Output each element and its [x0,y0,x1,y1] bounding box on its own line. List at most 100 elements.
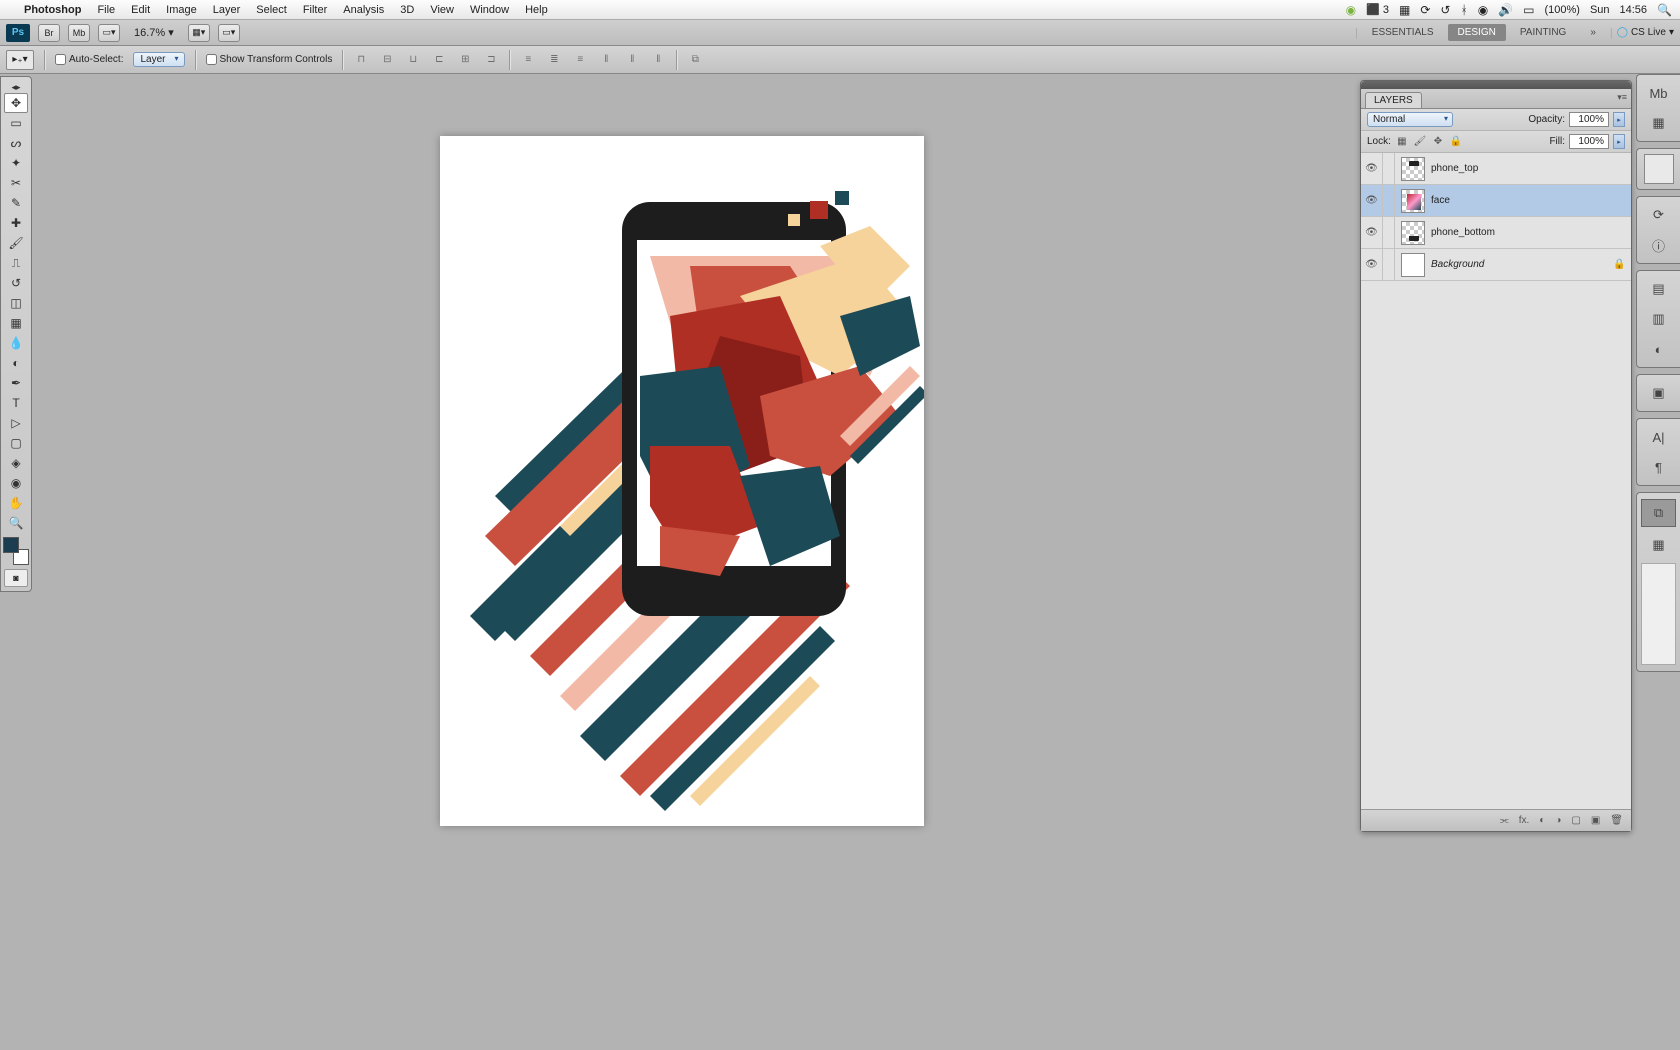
visibility-toggle-icon[interactable]: 👁 [1361,153,1383,184]
clone-stamp-tool[interactable]: ⎍ [4,253,28,273]
screen-mode-dropdown[interactable]: ▭▾ [218,24,240,42]
layer-thumb[interactable] [1401,253,1425,277]
workspace-essentials[interactable]: ESSENTIALS [1362,24,1444,41]
adjustments-panel-icon[interactable]: ◐ [1637,335,1680,363]
3d-camera-tool[interactable]: ◉ [4,473,28,493]
volume-icon[interactable]: 🔊 [1498,3,1513,17]
opacity-field[interactable]: 100% [1569,112,1609,127]
visibility-toggle-icon[interactable]: 👁 [1361,185,1383,216]
foreground-color-swatch[interactable] [3,537,19,553]
clock-day[interactable]: Sun [1590,4,1610,16]
minibridge-button[interactable]: Mb [68,24,90,42]
menu-filter[interactable]: Filter [303,4,327,16]
adobe-notif-icon[interactable]: ⬛ 3 [1366,3,1389,16]
menu-select[interactable]: Select [256,4,287,16]
timemachine-icon[interactable]: ↺ [1440,3,1450,17]
layer-thumb[interactable] [1401,189,1425,213]
spotlight-icon[interactable]: 🔍 [1657,3,1672,17]
current-tool-icon[interactable]: ▸₊▾ [6,50,34,70]
arrange-docs-dropdown[interactable]: ▦▾ [188,24,210,42]
brush-preset-panel-icon[interactable] [1636,148,1680,190]
zoom-tool[interactable]: 🔍 [4,513,28,533]
show-transform-checkbox[interactable]: Show Transform Controls [206,54,333,65]
layers-tab[interactable]: LAYERS [1365,92,1422,108]
layer-name[interactable]: Background [1431,259,1613,270]
opacity-slider-icon[interactable]: ▸ [1613,112,1625,127]
zoom-level[interactable]: 16.7% ▾ [128,26,180,39]
eraser-tool[interactable]: ◫ [4,293,28,313]
minibridge-panel-icon[interactable]: Mb [1637,79,1680,107]
layer-row[interactable]: 👁 phone_top [1361,153,1631,185]
layer-thumb[interactable] [1401,157,1425,181]
align-left-icon[interactable]: ⊏ [431,52,447,68]
swatches-panel-icon[interactable]: ▦ [1637,109,1680,137]
menu-layer[interactable]: Layer [213,4,241,16]
panel-drag-grip[interactable] [1361,81,1631,89]
hand-tool[interactable]: ✋ [4,493,28,513]
pen-tool[interactable]: ✒ [4,373,28,393]
delete-layer-icon[interactable]: 🗑 [1610,815,1623,826]
grid-icon[interactable]: ▦ [1399,3,1410,17]
menu-edit[interactable]: Edit [131,4,150,16]
align-top-icon[interactable]: ⊓ [353,52,369,68]
layer-row[interactable]: 👁 face [1361,185,1631,217]
color-panel-icon[interactable]: ▤ [1637,275,1680,303]
visibility-toggle-icon[interactable]: 👁 [1361,217,1383,248]
menubar-app[interactable]: Photoshop [24,4,81,16]
character-panel-icon[interactable]: A| [1637,423,1680,451]
layer-name[interactable]: phone_bottom [1431,227,1613,238]
magic-wand-tool[interactable]: ✦ [4,153,28,173]
adjustment-layer-icon[interactable]: ◑ [1555,815,1561,826]
ps-logo-icon[interactable]: Ps [6,24,30,42]
workspace-design[interactable]: DESIGN [1448,24,1506,41]
blend-mode-dropdown[interactable]: Normal [1367,112,1453,127]
menu-image[interactable]: Image [166,4,197,16]
fill-field[interactable]: 100% [1569,134,1609,149]
sync-status-icon[interactable]: ◉ [1346,3,1356,17]
color-swatches[interactable] [3,537,29,565]
workspace-more-icon[interactable]: » [1580,24,1606,41]
history-panel-icon[interactable]: ⟳ [1637,201,1680,229]
menu-file[interactable]: File [97,4,115,16]
marquee-tool[interactable]: ▭ [4,113,28,133]
lasso-tool[interactable]: ᔕ [4,133,28,153]
move-tool[interactable]: ✥ [4,93,28,113]
lock-position-icon[interactable]: ✥ [1431,135,1445,149]
dist-hcenter-icon[interactable]: ‖ [624,52,640,68]
eyedropper-tool[interactable]: ✎ [4,193,28,213]
lock-transparent-icon[interactable]: ▦ [1395,135,1409,149]
new-layer-icon[interactable]: ▣ [1591,815,1600,826]
layer-thumb[interactable] [1401,221,1425,245]
menu-analysis[interactable]: Analysis [343,4,384,16]
dodge-tool[interactable]: ◐ [4,353,28,373]
brush-tool[interactable]: 🖌 [4,233,28,253]
cslive-dropdown[interactable]: ◯CS Live▾ [1617,27,1674,38]
link-layers-icon[interactable]: ⫘ [1500,815,1509,826]
align-vcenter-icon[interactable]: ⊟ [379,52,395,68]
layer-row[interactable]: 👁 Background 🔒 [1361,249,1631,281]
wifi-icon[interactable]: ◉ [1478,3,1488,17]
bridge-button[interactable]: Br [38,24,60,42]
crop-tool[interactable]: ✂ [4,173,28,193]
clock-time[interactable]: 14:56 [1620,4,1648,16]
auto-select-target-dropdown[interactable]: Layer [133,52,184,67]
layer-name[interactable]: phone_top [1431,163,1613,174]
dist-vcenter-icon[interactable]: ≣ [546,52,562,68]
healing-brush-tool[interactable]: ✚ [4,213,28,233]
menu-3d[interactable]: 3D [400,4,414,16]
dist-top-icon[interactable]: ≡ [520,52,536,68]
align-hcenter-icon[interactable]: ⊞ [457,52,473,68]
battery-icon[interactable]: ▭ [1523,3,1534,17]
info-panel-icon[interactable]: ⓘ [1637,231,1680,259]
histogram-panel-icon[interactable]: ▦ [1637,531,1680,559]
dist-left-icon[interactable]: ‖ [598,52,614,68]
palette-collapse-icon[interactable]: ◂▸ [4,81,28,93]
gradient-tool[interactable]: ▦ [4,313,28,333]
refresh-icon[interactable]: ⟳ [1420,3,1430,17]
visibility-toggle-icon[interactable]: 👁 [1361,249,1383,280]
menu-window[interactable]: Window [470,4,509,16]
styles-panel-icon[interactable]: ▥ [1637,305,1680,333]
lock-image-icon[interactable]: 🖌 [1413,135,1427,149]
navigator-panel-icon[interactable]: ⧉ [1641,499,1676,527]
lock-all-icon[interactable]: 🔒 [1449,135,1463,149]
